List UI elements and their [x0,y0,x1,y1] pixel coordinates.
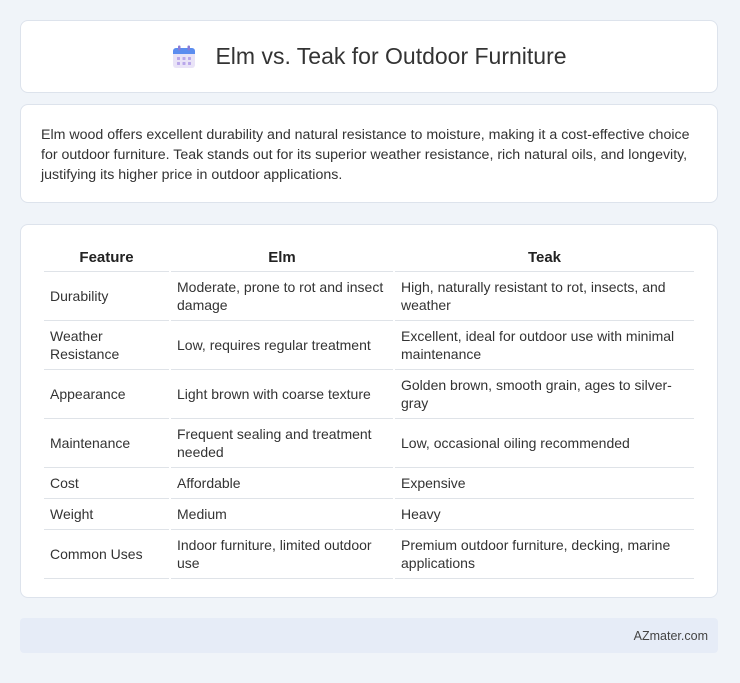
feature-cell: Weight [44,499,169,530]
footer: AZmater.com [20,618,718,653]
elm-cell: Low, requires regular treatment [171,321,393,370]
teak-cell: Heavy [395,499,694,530]
feature-cell: Maintenance [44,419,169,468]
comparison-card: Feature Elm Teak Durability Moderate, pr… [20,224,718,598]
elm-cell: Medium [171,499,393,530]
teak-cell: Premium outdoor furniture, decking, mari… [395,530,694,579]
header-feature: Feature [44,245,169,272]
table-header-row: Feature Elm Teak [44,245,694,272]
table-row: Weight Medium Heavy [44,499,694,530]
feature-cell: Cost [44,468,169,499]
elm-cell: Indoor furniture, limited outdoor use [171,530,393,579]
comparison-table: Feature Elm Teak Durability Moderate, pr… [42,245,696,579]
feature-cell: Durability [44,272,169,321]
header-teak: Teak [395,245,694,272]
feature-cell: Appearance [44,370,169,419]
table-row: Common Uses Indoor furniture, limited ou… [44,530,694,579]
table-row: Cost Affordable Expensive [44,468,694,499]
intro-card: Elm wood offers excellent durability and… [20,104,718,203]
elm-cell: Affordable [171,468,393,499]
elm-cell: Light brown with coarse texture [171,370,393,419]
page-title: Elm vs. Teak for Outdoor Furniture [215,43,567,69]
feature-cell: Weather Resistance [44,321,169,370]
elm-cell: Moderate, prone to rot and insect damage [171,272,393,321]
title-card: Elm vs. Teak for Outdoor Furniture [20,20,718,93]
teak-cell: Expensive [395,468,694,499]
teak-cell: Excellent, ideal for outdoor use with mi… [395,321,694,370]
intro-text: Elm wood offers excellent durability and… [41,127,690,183]
elm-cell: Frequent sealing and treatment needed [171,419,393,468]
table-row: Appearance Light brown with coarse textu… [44,370,694,419]
teak-cell: High, naturally resistant to rot, insect… [395,272,694,321]
feature-cell: Common Uses [44,530,169,579]
table-row: Maintenance Frequent sealing and treatme… [44,419,694,468]
table-row: Weather Resistance Low, requires regular… [44,321,694,370]
table-row: Durability Moderate, prone to rot and in… [44,272,694,321]
footer-brand: AZmater.com [633,628,708,643]
teak-cell: Low, occasional oiling recommended [395,419,694,468]
teak-cell: Golden brown, smooth grain, ages to silv… [395,370,694,419]
header-elm: Elm [171,245,393,272]
calendar-icon [173,45,196,68]
